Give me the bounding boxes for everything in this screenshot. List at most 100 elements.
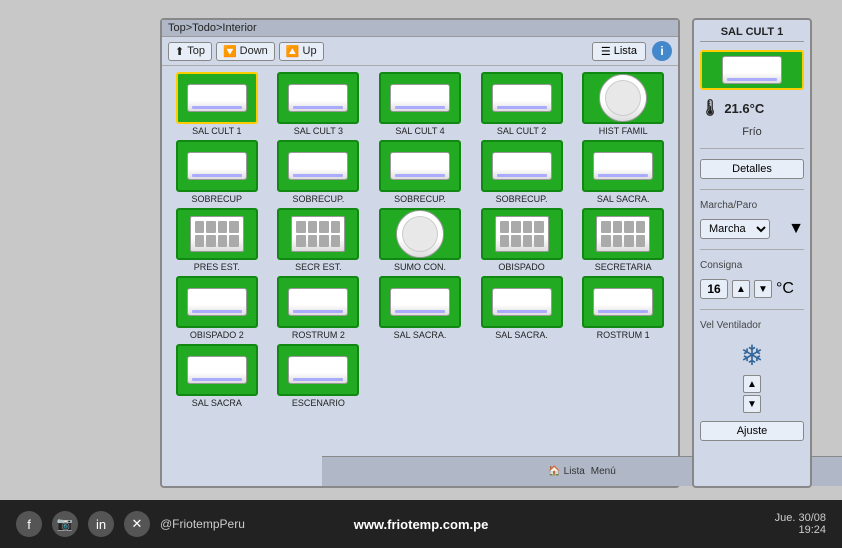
device-item[interactable]: SAL CULT 2	[473, 72, 571, 136]
ac-wall-icon	[288, 152, 348, 180]
facebook-icon[interactable]: f	[16, 511, 42, 537]
device-item[interactable]: SOBRECUP.	[270, 140, 368, 204]
device-item[interactable]: SAL CULT 1	[168, 72, 266, 136]
device-label: SOBRECUP.	[292, 194, 344, 204]
device-icon	[277, 344, 359, 396]
ac-ceiling-icon	[396, 210, 444, 258]
thermometer-icon: 🌡	[700, 98, 720, 118]
linkedin-icon[interactable]: in	[88, 511, 114, 537]
divider-1	[700, 148, 804, 149]
device-grid: SAL CULT 1 SAL CULT 3 SAL CULT 4 SAL CUL…	[168, 72, 672, 408]
toolbar-right: ☰ Lista i	[592, 41, 672, 61]
device-label: SAL CULT 4	[395, 126, 444, 136]
ac-wall-icon	[288, 84, 348, 112]
device-item[interactable]: OBISPADO	[473, 208, 571, 272]
device-label: SECRETARIA	[595, 262, 652, 272]
ac-ceiling-icon	[599, 74, 647, 122]
device-label: ROSTRUM 1	[597, 330, 650, 340]
vel-up-button[interactable]: ▲	[743, 375, 761, 393]
device-icon	[582, 208, 664, 260]
device-label: SAL CULT 3	[294, 126, 343, 136]
consigna-up-button[interactable]: ▲	[732, 280, 750, 298]
main-area: SAL CULT 1 SAL CULT 3 SAL CULT 4 SAL CUL…	[162, 66, 678, 476]
device-item[interactable]: SAL CULT 4	[371, 72, 469, 136]
lista-menu-button[interactable]: 🏠 Lista Menú	[548, 466, 616, 477]
device-item[interactable]: SAL SACRA.	[574, 140, 672, 204]
toolbar: ⬆ Top 🔽 Down 🔼 Up ☰ Lista i	[162, 37, 678, 66]
device-item[interactable]: SOBRECUP.	[473, 140, 571, 204]
ac-grid-icon	[291, 216, 345, 252]
ac-wall-icon	[187, 356, 247, 384]
device-label: SAL SACRA.	[394, 330, 447, 340]
device-item[interactable]: SAL CULT 3	[270, 72, 368, 136]
ac-grid-icon	[495, 216, 549, 252]
right-panel: SAL CULT 1 🌡 21.6°C Frío Detalles Marcha…	[692, 18, 812, 488]
list-icon: ☰	[601, 45, 611, 58]
device-label: ROSTRUM 2	[292, 330, 345, 340]
device-item[interactable]: PRES EST.	[168, 208, 266, 272]
vel-down-button[interactable]: ▼	[743, 395, 761, 413]
device-label: SUMO CON.	[394, 262, 446, 272]
device-item[interactable]: ROSTRUM 1	[574, 276, 672, 340]
ac-grid-icon	[596, 216, 650, 252]
device-item[interactable]: SAL SACRA	[168, 344, 266, 408]
breadcrumb: Top>Todo>Interior	[162, 20, 678, 37]
down-button[interactable]: 🔽 Down	[216, 42, 275, 61]
device-icon	[481, 208, 563, 260]
consigna-down-button[interactable]: ▼	[754, 280, 772, 298]
vel-arrows: ▲ ▼	[743, 375, 761, 413]
consigna-label: Consigna	[700, 260, 804, 271]
social-datetime: Jue. 30/08 19:24	[775, 512, 826, 536]
top-button[interactable]: ⬆ Top	[168, 42, 212, 61]
device-item[interactable]: SAL SACRA.	[371, 276, 469, 340]
device-icon	[176, 72, 258, 124]
consigna-value: 16	[700, 279, 728, 299]
ac-unit-icon	[722, 56, 782, 84]
ac-wall-icon	[492, 152, 552, 180]
instagram-icon[interactable]: 📷	[52, 511, 78, 537]
right-panel-device-icon	[700, 50, 804, 90]
device-icon	[277, 72, 359, 124]
dropdown-icon: ▼	[788, 220, 804, 238]
marcha-select[interactable]: Marcha Paro	[700, 219, 770, 239]
twitter-icon[interactable]: ✕	[124, 511, 150, 537]
device-label: SECR EST.	[295, 262, 342, 272]
right-panel-title: SAL CULT 1	[700, 26, 804, 42]
ac-wall-icon	[187, 84, 247, 112]
device-icon	[277, 140, 359, 192]
device-item[interactable]: ESCENARIO	[270, 344, 368, 408]
social-handle: @FriotempPeru	[160, 517, 245, 531]
vel-label: Vel Ventilador	[700, 320, 804, 331]
divider-3	[700, 249, 804, 250]
ac-wall-icon	[492, 288, 552, 316]
device-item[interactable]: SUMO CON.	[371, 208, 469, 272]
lista-button[interactable]: ☰ Lista	[592, 42, 646, 61]
down-icon: 🔽	[223, 45, 237, 58]
up-button[interactable]: 🔼 Up	[279, 42, 324, 61]
device-item[interactable]: SECRETARIA	[574, 208, 672, 272]
vel-fan-area: ❄ ▲ ▼	[700, 339, 804, 413]
ac-wall-icon	[288, 356, 348, 384]
social-bar: f 📷 in ✕ @FriotempPeru www.friotemp.com.…	[0, 500, 842, 548]
info-button[interactable]: i	[652, 41, 672, 61]
device-item[interactable]: SOBRECUP	[168, 140, 266, 204]
device-icon	[582, 72, 664, 124]
fan-icon: ❄	[740, 339, 763, 372]
ajuste-button[interactable]: Ajuste	[700, 421, 804, 441]
device-item[interactable]: SECR EST.	[270, 208, 368, 272]
detalles-button[interactable]: Detalles	[700, 159, 804, 179]
device-item[interactable]: ROSTRUM 2	[270, 276, 368, 340]
device-item[interactable]: OBISPADO 2	[168, 276, 266, 340]
device-item[interactable]: SOBRECUP.	[371, 140, 469, 204]
device-item[interactable]: SAL SACRA.	[473, 276, 571, 340]
device-icon	[379, 72, 461, 124]
device-item[interactable]: HIST FAMIL	[574, 72, 672, 136]
consigna-unit: °C	[776, 280, 794, 298]
device-label: SAL SACRA.	[597, 194, 650, 204]
social-website: www.friotemp.com.pe	[354, 517, 489, 532]
device-icon	[176, 276, 258, 328]
consigna-row: 16 ▲ ▼ °C	[700, 279, 804, 299]
ac-wall-icon	[390, 288, 450, 316]
divider-4	[700, 309, 804, 310]
device-icon	[277, 276, 359, 328]
